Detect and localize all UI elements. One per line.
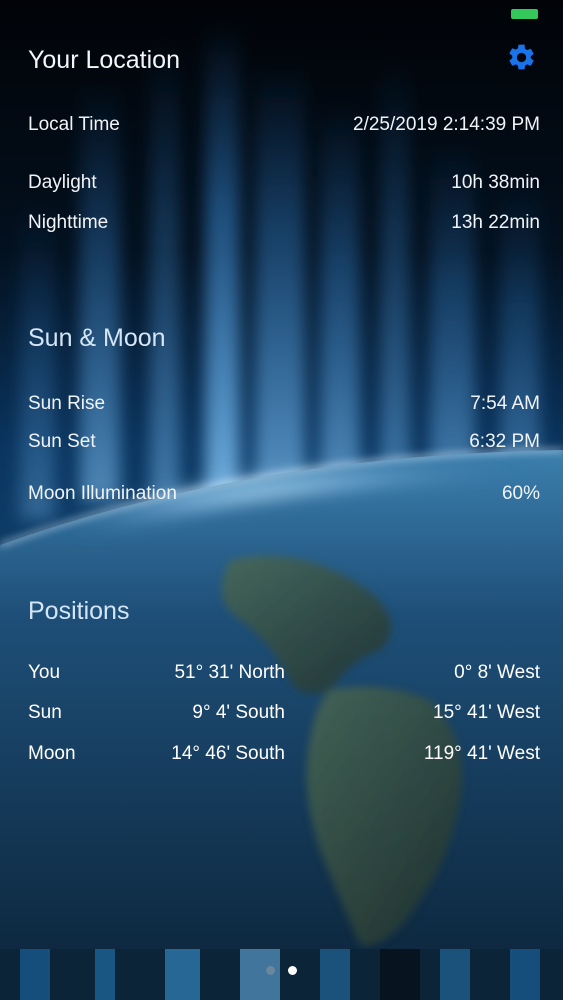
position-latitude: 51° 31' North [174,662,285,683]
page-indicator[interactable] [0,966,563,980]
gear-icon[interactable] [506,42,537,73]
position-name: You [28,662,61,683]
nighttime-label: Nighttime [28,212,109,233]
sunset-row: Sun Set 6:32 PM [28,428,540,456]
nighttime-row: Nighttime 13h 22min [28,209,540,237]
daylight-row: Daylight 10h 38min [28,169,540,197]
sunrise-value: 7:54 AM [470,393,540,414]
position-latitude: 9° 4' South [192,702,285,723]
sunrise-label: Sun Rise [28,393,106,414]
position-row-sun: Sun 9° 4' South 15° 41' West [28,702,540,730]
local-time-label: Local Time [28,114,120,135]
sun-moon-heading: Sun & Moon [28,324,166,352]
position-name: Sun [28,702,62,723]
location-info-screen: Your Location Local Time 2/25/2019 2:14:… [0,0,563,1000]
position-longitude: 15° 41' West [433,702,540,723]
moon-illumination-label: Moon Illumination [28,483,177,504]
daylight-label: Daylight [28,172,97,193]
page-title: Your Location [28,46,180,74]
page-dot-1[interactable] [266,966,275,975]
page-dot-2[interactable] [288,966,297,975]
sunset-label: Sun Set [28,431,96,452]
daylight-value: 10h 38min [451,172,540,193]
position-longitude: 0° 8' West [454,662,540,683]
position-name: Moon [28,743,76,764]
sunset-value: 6:32 PM [469,431,540,452]
nighttime-value: 13h 22min [451,212,540,233]
position-latitude: 14° 46' South [171,743,285,764]
sunrise-row: Sun Rise 7:54 AM [28,390,540,418]
positions-heading: Positions [28,597,130,625]
position-row-moon: Moon 14° 46' South 119° 41' West [28,743,540,771]
moon-illumination-row: Moon Illumination 60% [28,480,540,508]
position-row-you: You 51° 31' North 0° 8' West [28,662,540,690]
local-time-value: 2/25/2019 2:14:39 PM [353,114,540,135]
moon-illumination-value: 60% [501,483,540,504]
local-time-row: Local Time 2/25/2019 2:14:39 PM [28,111,540,139]
battery-icon [511,9,538,19]
position-longitude: 119° 41' West [423,743,540,764]
